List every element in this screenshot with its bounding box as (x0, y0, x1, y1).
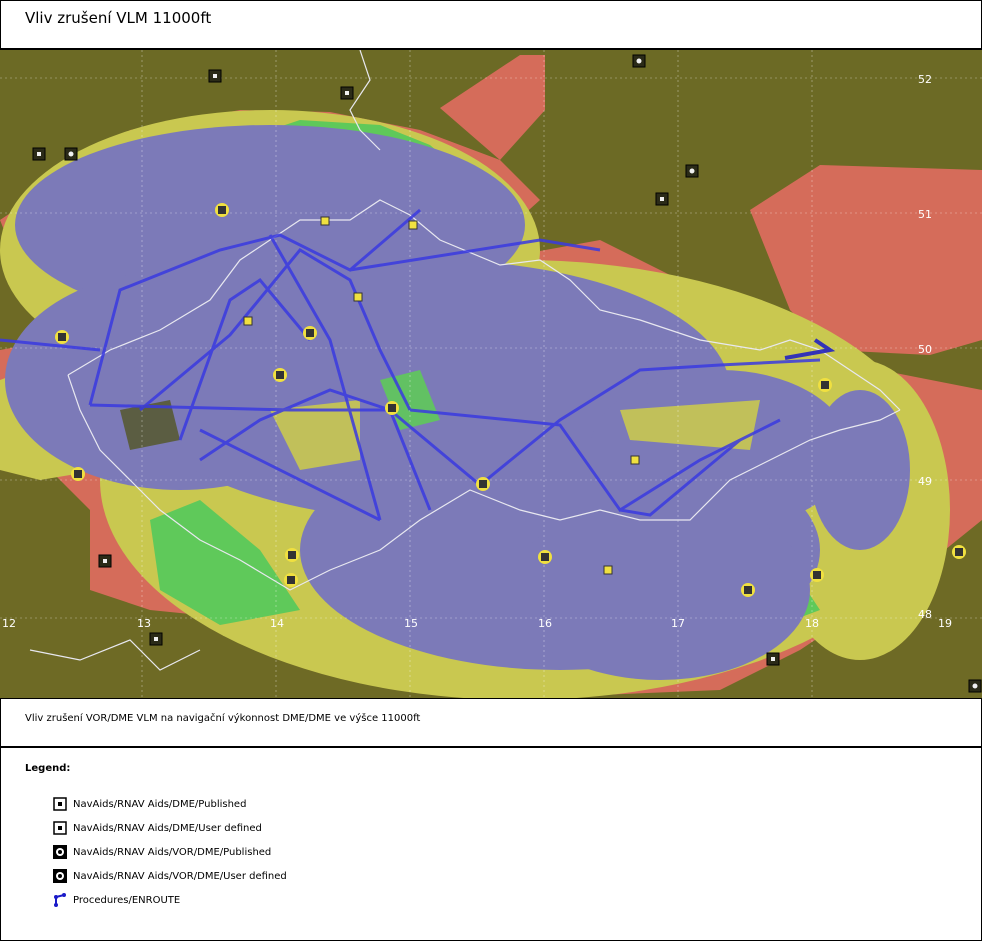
blue-zone-east (810, 390, 910, 550)
coverage-map[interactable]: 12 13 14 15 16 17 18 19 52 51 50 49 48 (0, 50, 982, 698)
page-title: Vliv zrušení VLM 11000ft (25, 9, 212, 27)
dme-user-marker-5 (630, 455, 640, 465)
legend-label: Procedures/ENROUTE (73, 894, 181, 906)
legend-item-dme-user-defined: NavAids/RNAV Aids/DME/User defined (53, 820, 262, 836)
longitude-label: 18 (805, 617, 819, 630)
legend-label: NavAids/RNAV Aids/DME/User defined (73, 822, 262, 834)
vor-dme-user-marker-7 (741, 583, 755, 597)
vor-dme-user-marker-9 (952, 545, 966, 559)
vor-dme-user-defined-icon (53, 869, 67, 883)
longitude-label: 19 (938, 617, 952, 630)
latitude-label: 51 (918, 208, 932, 221)
vor-dme-user-marker-1 (215, 203, 229, 217)
vor-dme-user-marker-8 (810, 568, 824, 582)
latitude-label: 52 (918, 73, 932, 86)
dme-user-marker-6 (603, 565, 613, 575)
map-caption: Vliv zrušení VOR/DME VLM na navigační vý… (25, 713, 421, 724)
latitude-label: 50 (918, 343, 932, 356)
longitude-label: 13 (137, 617, 151, 630)
vor-dme-user-marker-2 (55, 330, 69, 344)
longitude-label: 14 (270, 617, 284, 630)
legend-item-enroute: Procedures/ENROUTE (53, 892, 180, 908)
vor-dme-user-marker-5 (476, 477, 490, 491)
vor-dme-user-marker-12 (273, 368, 287, 382)
vor-dme-user-marker-10 (303, 326, 317, 340)
legend-label: NavAids/RNAV Aids/DME/Published (73, 798, 247, 810)
vor-dme-user-marker-6 (818, 378, 832, 392)
dme-user-marker-4 (243, 316, 253, 326)
legend-label: NavAids/RNAV Aids/VOR/DME/Published (73, 846, 272, 858)
latitude-label: 48 (918, 608, 932, 621)
enroute-procedure-icon (54, 893, 66, 907)
legend-panel: Legend: NavAids/RNAV Aids/DME/Published … (0, 748, 982, 941)
longitude-label: 12 (2, 617, 16, 630)
latitude-label: 49 (918, 475, 932, 488)
vor-dme-user-marker-13 (538, 550, 552, 564)
dme-user-marker-2 (408, 220, 418, 230)
legend-title: Legend: (25, 763, 71, 774)
legend-item-vor-dme-user-defined: NavAids/RNAV Aids/VOR/DME/User defined (53, 868, 287, 884)
longitude-label: 15 (404, 617, 418, 630)
dme-user-marker-3 (353, 292, 363, 302)
dme-published-icon (53, 797, 67, 811)
blue-zone-southeast (510, 500, 810, 680)
vor-dme-published-icon (53, 845, 67, 859)
dme-user-defined-icon (53, 821, 67, 835)
legend-item-vor-dme-published: NavAids/RNAV Aids/VOR/DME/Published (53, 844, 271, 860)
vor-dme-user-marker-14 (285, 548, 299, 562)
vor-dme-user-marker-11 (385, 401, 399, 415)
title-bar: Vliv zrušení VLM 11000ft (0, 0, 982, 50)
vor-dme-user-marker-3 (71, 467, 85, 481)
vor-dme-user-marker-4 (284, 573, 298, 587)
map-canvas: 12 13 14 15 16 17 18 19 52 51 50 49 48 (0, 50, 982, 698)
legend-label: NavAids/RNAV Aids/VOR/DME/User defined (73, 870, 287, 882)
longitude-label: 17 (671, 617, 685, 630)
legend-item-dme-published: NavAids/RNAV Aids/DME/Published (53, 796, 246, 812)
caption-bar: Vliv zrušení VOR/DME VLM na navigační vý… (0, 698, 982, 748)
longitude-label: 16 (538, 617, 552, 630)
dme-user-marker-1 (320, 216, 330, 226)
